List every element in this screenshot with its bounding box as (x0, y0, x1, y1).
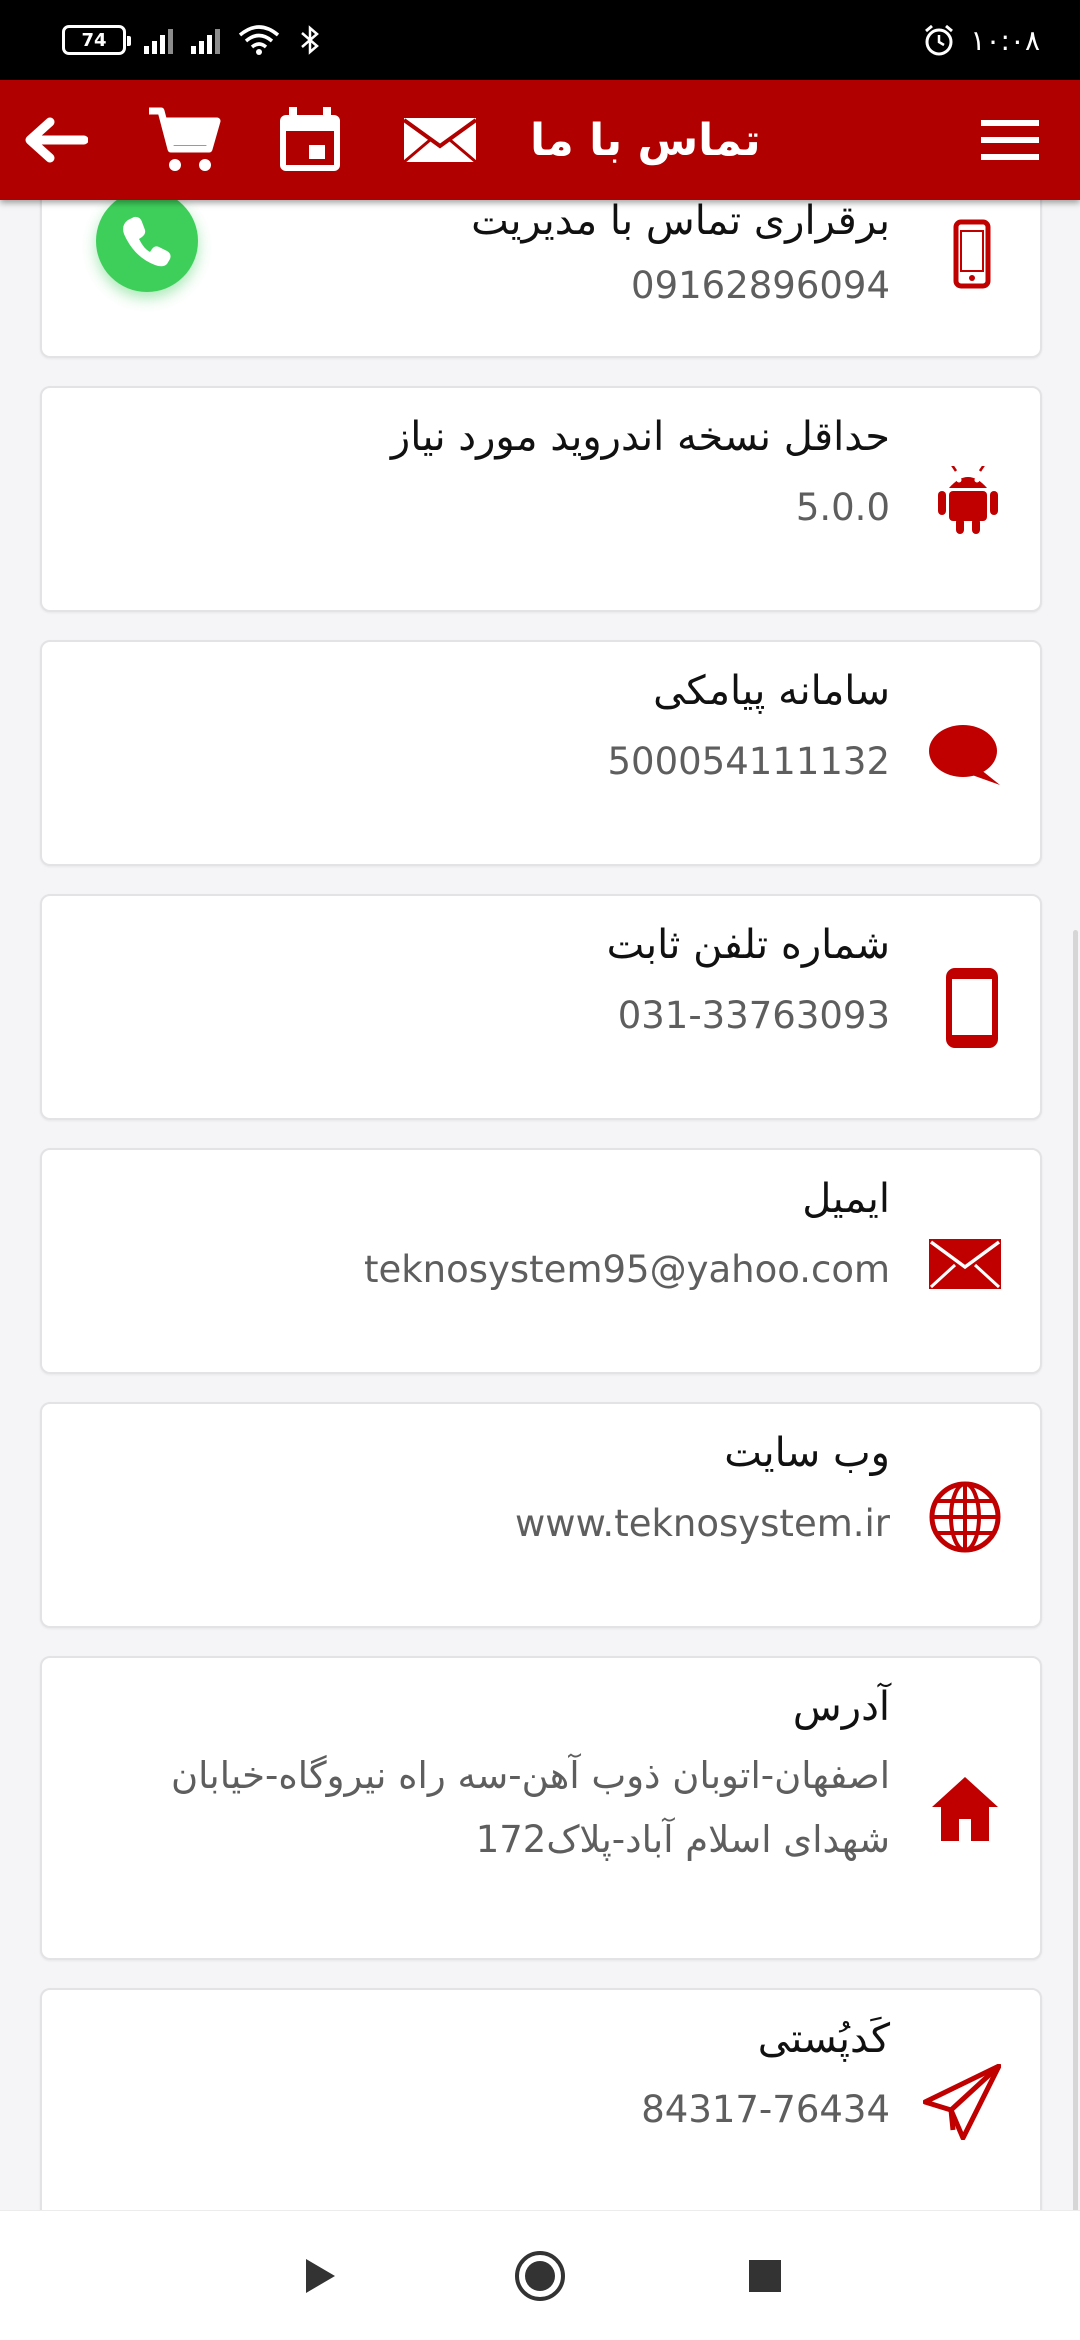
alarm-icon (925, 24, 954, 56)
battery-level: 74 (81, 29, 107, 51)
nav-back-button[interactable] (270, 2211, 370, 2340)
contact-card-email[interactable]: ایمیل teknosystem95@yahoo.com (40, 1148, 1042, 1374)
contact-card-address: آدرس اصفهان-اتوبان ذوب آهن-سه راه نیروگا… (40, 1656, 1042, 1960)
tablet-phone-icon (942, 966, 1002, 1050)
android-icon (934, 460, 1002, 540)
card-title: وب سایت (724, 1430, 890, 1476)
contact-card-sms-line[interactable]: سامانه پیامکی 500054111132 (40, 640, 1042, 866)
page-title: تماس با ما (530, 114, 761, 166)
status-bar: 74 ۱۰:۰۸ (0, 0, 1080, 80)
card-title: شماره تلفن ثابت (606, 922, 890, 968)
card-value[interactable]: 500054111132 (608, 740, 891, 783)
shopping-cart-icon (149, 107, 221, 171)
contact-card-postal-code: کَدپُستی 84317-76434 (40, 1988, 1042, 2210)
envelope-icon (402, 118, 478, 164)
circle-home-icon (515, 2251, 565, 2301)
arrow-left-icon (25, 117, 88, 163)
contact-card-website[interactable]: وب سایت www.teknosystem.ir (40, 1402, 1042, 1628)
card-value[interactable]: 09162896094 (631, 264, 890, 307)
call-fab-button[interactable] (96, 190, 198, 292)
globe-icon (928, 1480, 1002, 1554)
card-title: کَدپُستی (757, 2016, 890, 2062)
bluetooth-icon (301, 25, 319, 55)
triangle-back-icon (306, 2259, 335, 2293)
calendar-button[interactable] (270, 80, 350, 200)
paper-plane-icon (922, 2062, 1002, 2142)
app-bar: تماس با ما (0, 80, 1080, 200)
signal-icon (144, 26, 173, 54)
chat-bubble-icon (928, 716, 1002, 796)
contact-card-landline[interactable]: شماره تلفن ثابت 031-33763093 (40, 894, 1042, 1120)
cart-button[interactable] (140, 80, 230, 200)
signal-icon-2 (191, 26, 220, 54)
mobile-phone-icon (942, 214, 1002, 294)
card-title: حداقل نسخه اندروید مورد نیاز (390, 414, 890, 460)
card-title: ایمیل (802, 1176, 890, 1222)
nav-home-button[interactable] (490, 2211, 590, 2340)
menu-button[interactable] (972, 80, 1048, 200)
card-title: برقراری تماس با مدیریت (471, 200, 890, 244)
wifi-icon (238, 25, 280, 55)
home-icon (928, 1772, 1002, 1846)
calendar-icon (280, 107, 340, 171)
scroll-indicator[interactable] (1073, 930, 1078, 2210)
hamburger-menu-icon (981, 120, 1039, 160)
square-recents-icon (749, 2260, 781, 2292)
card-value[interactable]: www.teknosystem.ir (515, 1502, 890, 1545)
battery-icon: 74 (62, 25, 131, 55)
card-value[interactable]: teknosystem95@yahoo.com (364, 1248, 890, 1291)
system-nav-bar (0, 2210, 1080, 2340)
clock: ۱۰:۰۸ (970, 23, 1040, 57)
card-value: اصفهان-اتوبان ذوب آهن-سه راه نیروگاه-خیا… (170, 1754, 890, 1861)
contact-card-android-version: حداقل نسخه اندروید مورد نیاز 5.0.0 (40, 386, 1042, 612)
card-value[interactable]: 031-33763093 (618, 994, 890, 1037)
contact-list[interactable]: برقراری تماس با مدیریت 09162896094 حداقل… (0, 200, 1080, 2210)
card-value: 84317-76434 (641, 2088, 890, 2131)
nav-recents-button[interactable] (715, 2211, 815, 2340)
card-title: آدرس (792, 1684, 890, 1730)
mail-button[interactable] (400, 80, 480, 200)
card-title: سامانه پیامکی (653, 668, 890, 714)
phone-icon (123, 216, 171, 267)
card-value: 5.0.0 (795, 486, 890, 529)
envelope-icon (928, 1238, 1002, 1290)
back-button[interactable] (10, 80, 100, 200)
